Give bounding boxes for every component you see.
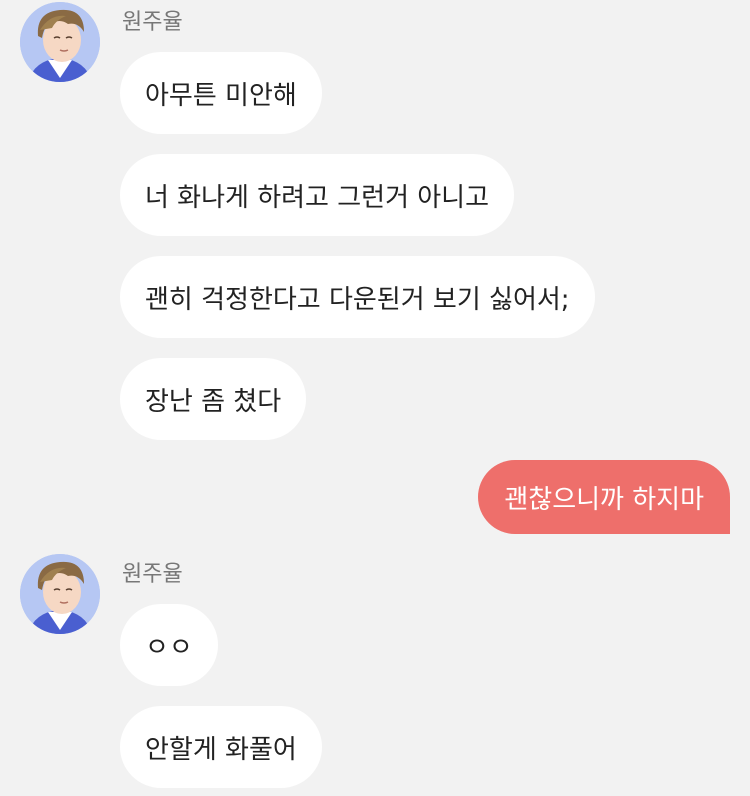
outgoing-message-bubble[interactable]: 괜찮으니까 하지마: [478, 460, 730, 534]
person-avatar-icon: [20, 2, 100, 82]
message-bubble[interactable]: 장난 좀 쳤다: [120, 358, 307, 440]
sender-avatar[interactable]: [20, 554, 100, 634]
sender-name: 원주율: [122, 562, 183, 587]
message-bubble[interactable]: 너 화나게 하려고 그런거 아니고: [120, 154, 515, 236]
person-avatar-icon: [20, 554, 100, 634]
sender-name: 원주율: [122, 10, 183, 35]
sender-avatar[interactable]: [20, 2, 100, 82]
message-bubble[interactable]: 아무튼 미안해: [120, 52, 322, 134]
chat-window: 원주율 아무튼 미안해 너 화나게 하려고 그런거 아니고 괜히 걱정한다고 다…: [0, 0, 750, 796]
message-bubble[interactable]: 괜히 걱정한다고 다운된거 보기 싫어서;: [120, 256, 595, 338]
message-bubble[interactable]: 안할게 화풀어: [120, 706, 322, 788]
message-bubble[interactable]: ㅇㅇ: [120, 604, 218, 686]
